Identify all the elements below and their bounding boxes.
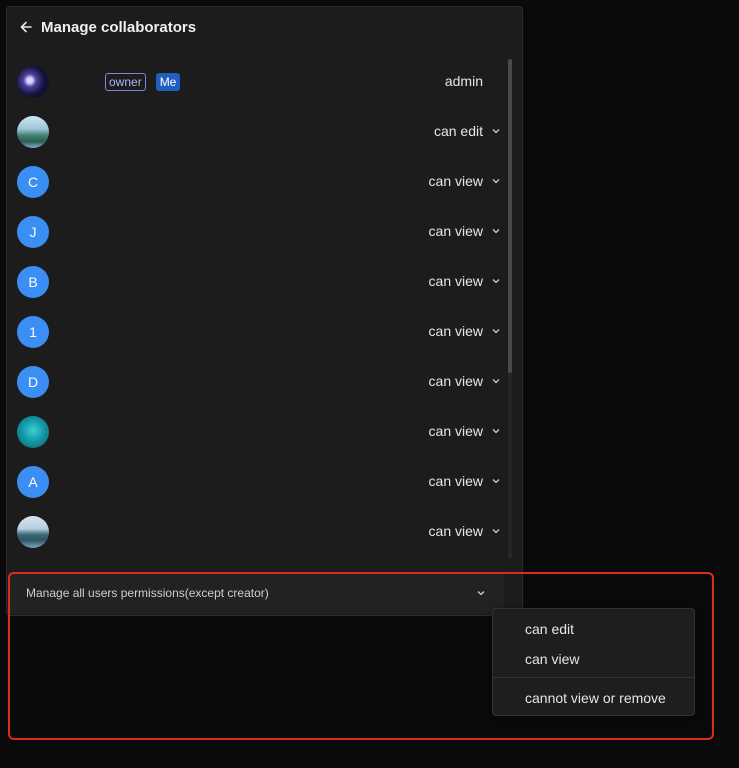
permission-text: can view bbox=[428, 173, 483, 189]
chevron-down-icon bbox=[491, 476, 501, 486]
collaborator-list: owner Me admin can edit C can view J can… bbox=[7, 57, 507, 557]
menu-item-can-view[interactable]: can view bbox=[493, 645, 694, 673]
avatar bbox=[17, 516, 49, 548]
permission-text: can view bbox=[428, 373, 483, 389]
user-badges: owner Me bbox=[105, 73, 181, 91]
permission-dropdown[interactable]: can view bbox=[429, 473, 501, 489]
permission-label: admin bbox=[445, 73, 483, 89]
permission-dropdown[interactable]: can view bbox=[429, 423, 501, 439]
permission-text: can edit bbox=[433, 123, 483, 139]
permission-text: can view bbox=[428, 223, 483, 239]
permission-dropdown[interactable]: can view bbox=[429, 173, 501, 189]
owner-badge: owner bbox=[105, 73, 146, 91]
permission-dropdown[interactable]: can view bbox=[429, 373, 501, 389]
bulk-permission-label: Manage all users permissions(except crea… bbox=[26, 586, 269, 600]
permission-text: can view bbox=[428, 473, 483, 489]
permission-dropdown[interactable]: can view bbox=[429, 523, 501, 539]
collaborator-row: B can view bbox=[7, 257, 507, 307]
permission-text: can view bbox=[428, 523, 483, 539]
permission-text: can view bbox=[428, 273, 483, 289]
panel-header: Manage collaborators bbox=[19, 18, 196, 36]
page-title: Manage collaborators bbox=[41, 18, 197, 36]
menu-divider bbox=[493, 677, 694, 678]
avatar: D bbox=[17, 366, 49, 398]
menu-item-can-edit[interactable]: can edit bbox=[493, 615, 694, 643]
chevron-down-icon bbox=[491, 276, 501, 286]
permission-text: can view bbox=[428, 423, 483, 439]
chevron-down-icon bbox=[491, 426, 501, 436]
collaborator-row: can edit bbox=[7, 107, 507, 157]
avatar: A bbox=[17, 466, 49, 498]
avatar bbox=[17, 416, 49, 448]
collaborators-panel: Manage collaborators owner Me admin can … bbox=[6, 6, 523, 616]
scrollbar-thumb[interactable] bbox=[508, 59, 512, 373]
collaborator-row: 1 can view bbox=[7, 307, 507, 357]
collaborator-row: can view bbox=[7, 507, 507, 557]
chevron-down-icon bbox=[491, 226, 501, 236]
permission-dropdown[interactable]: can edit bbox=[434, 123, 501, 139]
permission-dropdown[interactable]: can view bbox=[429, 323, 501, 339]
avatar: B bbox=[17, 266, 49, 298]
chevron-down-icon bbox=[491, 526, 501, 536]
avatar: C bbox=[17, 166, 49, 198]
permission-text: admin bbox=[444, 73, 483, 89]
collaborator-row: D can view bbox=[7, 357, 507, 407]
collaborator-row: J can view bbox=[7, 207, 507, 257]
menu-item-cannot-view-or-remove[interactable]: cannot view or remove bbox=[493, 684, 694, 712]
avatar: J bbox=[17, 216, 49, 248]
collaborator-row: can view bbox=[7, 407, 507, 457]
chevron-down-icon bbox=[491, 126, 501, 136]
bulk-permission-dropdown[interactable]: Manage all users permissions(except crea… bbox=[8, 572, 504, 614]
permission-menu: can edit can view cannot view or remove bbox=[492, 608, 695, 716]
chevron-down-icon bbox=[476, 588, 486, 598]
permission-dropdown[interactable]: can view bbox=[429, 273, 501, 289]
avatar: 1 bbox=[17, 316, 49, 348]
permission-text: can view bbox=[428, 323, 483, 339]
permission-dropdown[interactable]: can view bbox=[429, 223, 501, 239]
collaborator-row: A can view bbox=[7, 457, 507, 507]
avatar bbox=[17, 66, 49, 98]
chevron-down-icon bbox=[491, 376, 501, 386]
scrollbar[interactable] bbox=[508, 59, 512, 559]
arrow-left-icon[interactable] bbox=[19, 20, 33, 34]
collaborator-row: owner Me admin bbox=[7, 57, 507, 107]
avatar bbox=[17, 116, 49, 148]
chevron-down-icon bbox=[491, 326, 501, 336]
chevron-down-icon bbox=[491, 176, 501, 186]
me-badge: Me bbox=[155, 73, 181, 91]
collaborator-row: C can view bbox=[7, 157, 507, 207]
